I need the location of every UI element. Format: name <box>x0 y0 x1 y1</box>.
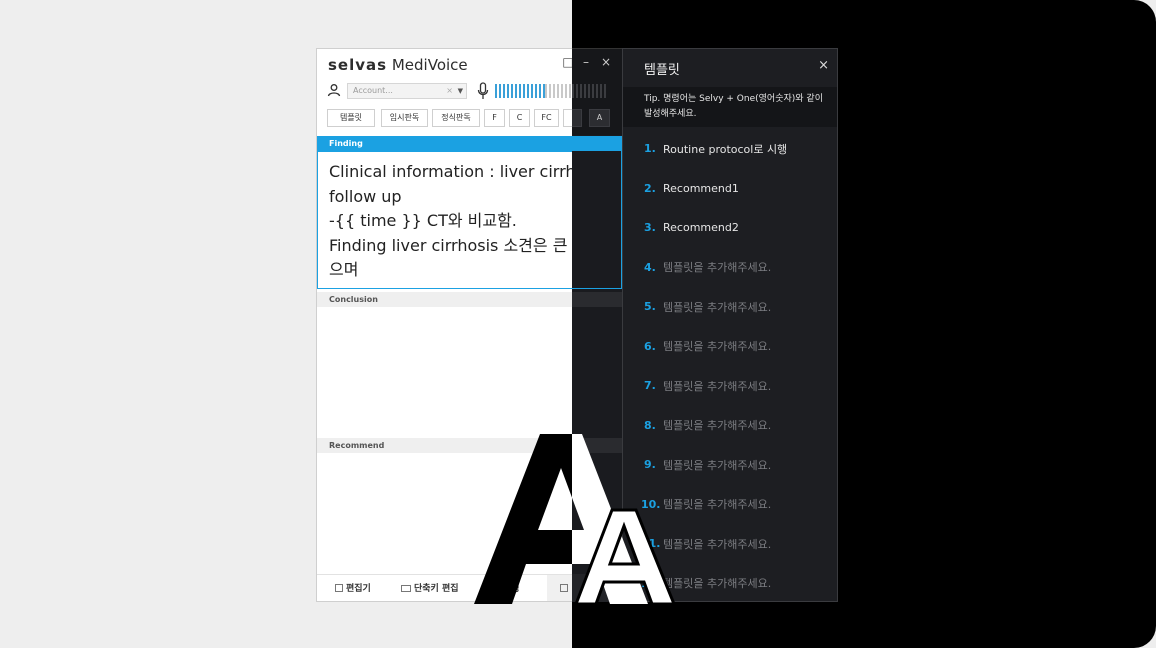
close-icon[interactable]: × <box>818 58 829 73</box>
volume-meter <box>495 84 572 98</box>
template-item[interactable]: 6. 템플릿을 추가해주세요. <box>623 327 837 367</box>
app-header: selvas MediVoice □ Account... × ▼ 템플릿 임시… <box>317 49 572 135</box>
finding-line: follow up <box>329 186 402 206</box>
finding-textarea[interactable]: Clinical information : liver cirrhosis f… <box>317 151 572 289</box>
account-select[interactable]: Account... × ▼ <box>347 83 467 99</box>
user-icon <box>327 84 341 97</box>
keyboard-icon <box>401 585 411 592</box>
finding-line: -{{ time }} CT와 비교함. <box>329 211 517 230</box>
clear-icon[interactable]: × <box>446 84 453 98</box>
microphone-icon[interactable] <box>477 82 489 100</box>
finding-section-label: Finding <box>317 136 572 151</box>
maximize-button[interactable]: □ <box>562 55 572 69</box>
finding-line: Finding liver cirrhosis 소견은 큰 변화 없 <box>329 235 572 255</box>
temporary-reading-button[interactable]: 임시판독 <box>381 109 428 127</box>
minimize-button[interactable]: – <box>583 55 589 69</box>
template-item[interactable]: 4. 템플릿을 추가해주세요. <box>623 248 837 288</box>
template-item[interactable]: 1. Routine protocol로 시행 <box>623 129 837 169</box>
app-logo: selvas MediVoice <box>328 56 468 74</box>
template-item[interactable]: 5. 템플릿을 추가해주세요. <box>623 287 837 327</box>
panel-tip: Tip. 명령어는 Selvy + One(영어숫자)와 같이 발성해주세요. <box>623 87 837 127</box>
font-size-logo-icon <box>474 434 677 606</box>
f-button[interactable]: F <box>484 109 505 127</box>
panel-title: 템플릿 <box>644 63 680 78</box>
fc-button[interactable]: FC <box>534 109 559 127</box>
a-button[interactable]: A <box>589 109 610 127</box>
conclusion-section-label: Conclusion <box>317 292 572 307</box>
panel-header: 템플릿 × <box>623 49 837 85</box>
shortcut-edit-tab[interactable]: 단축키 편집 <box>401 575 459 601</box>
account-placeholder: Account... <box>353 86 393 95</box>
template-item[interactable]: 7. 템플릿을 추가해주세요. <box>623 366 837 406</box>
finding-line: Clinical information : liver cirrhosis <box>329 162 572 181</box>
editor-tab[interactable]: 편집기 <box>335 575 371 601</box>
chevron-down-icon[interactable]: ▼ <box>458 84 463 98</box>
template-button[interactable]: 템플릿 <box>327 109 375 127</box>
official-reading-button[interactable]: 정식판독 <box>432 109 480 127</box>
c-button[interactable]: C <box>509 109 530 127</box>
template-item[interactable]: 2. Recommend1 <box>623 169 837 209</box>
r-button[interactable]: R <box>563 109 572 127</box>
finding-line: 으며 <box>329 260 359 279</box>
edit-icon <box>335 584 343 592</box>
close-button[interactable]: × <box>601 55 611 69</box>
template-item[interactable]: 3. Recommend2 <box>623 208 837 248</box>
conclusion-textarea[interactable] <box>317 307 572 438</box>
